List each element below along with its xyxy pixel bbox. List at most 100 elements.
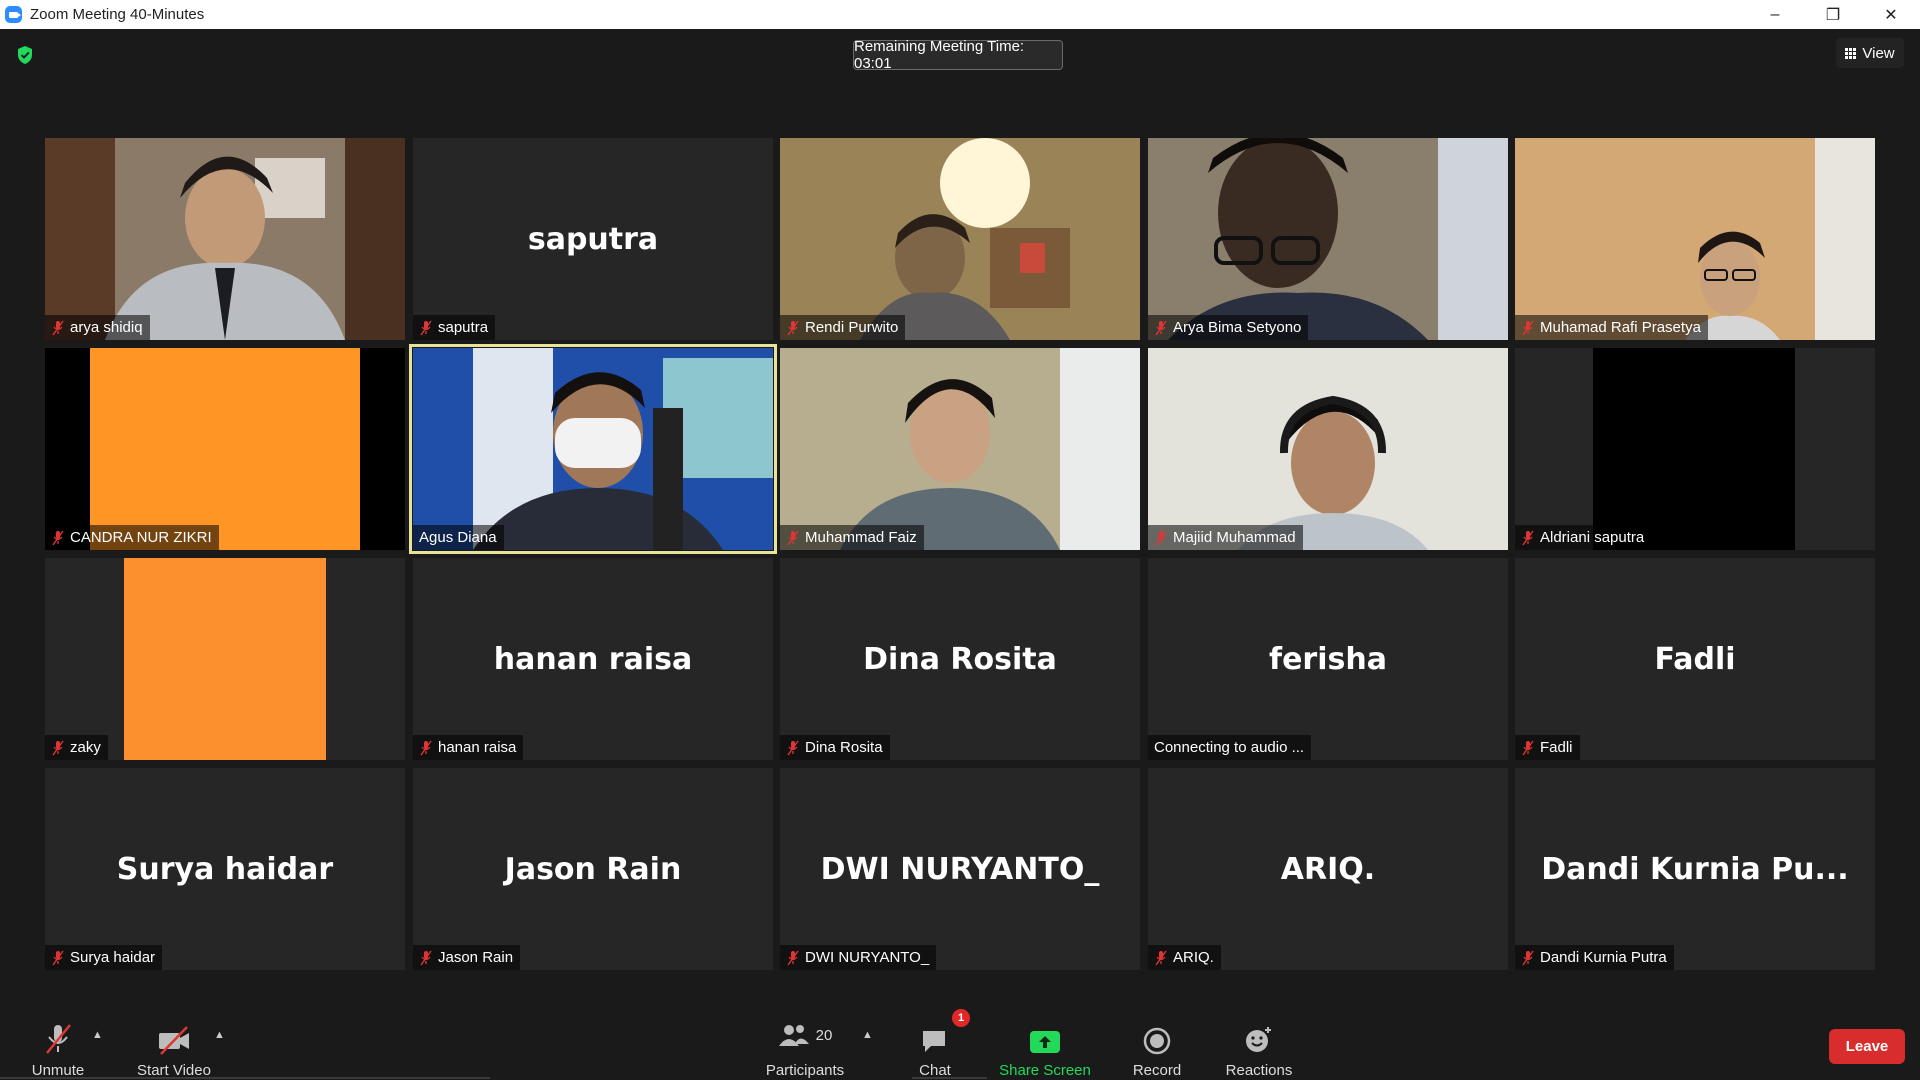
- participant-name-tag: Muhammad Faiz: [780, 525, 924, 550]
- participant-display-name: DWI NURYANTO_: [820, 851, 1100, 887]
- participant-name: hanan raisa: [438, 739, 517, 756]
- participant-name: Rendi Purwito: [805, 319, 899, 336]
- muted-mic-icon: [1155, 530, 1167, 545]
- participant-name-tag: CANDRA NUR ZIKRI: [45, 525, 219, 550]
- participant-tile[interactable]: ARIQ. ARIQ.: [1148, 768, 1508, 970]
- participant-tile[interactable]: hanan raisa hanan raisa: [413, 558, 773, 760]
- participants-count: 20: [815, 1026, 833, 1044]
- participant-tile[interactable]: DWI NURYANTO_ DWI NURYANTO_: [780, 768, 1140, 970]
- participant-name-tag: Agus Diana: [413, 525, 504, 550]
- active-speaker-tile[interactable]: Agus Diana: [409, 344, 777, 554]
- participant-name-tag: DWI NURYANTO_: [780, 945, 937, 970]
- muted-mic-icon: [1522, 530, 1534, 545]
- participant-tile[interactable]: Fadli Fadli: [1515, 558, 1875, 760]
- minimize-button[interactable]: –: [1746, 0, 1804, 29]
- participant-display-name: Dina Rosita: [863, 641, 1057, 677]
- participants-options-chevron-icon[interactable]: ▲: [862, 1029, 873, 1041]
- participant-video: [1515, 138, 1875, 340]
- participant-video: [45, 138, 405, 340]
- muted-mic-icon: [787, 740, 799, 755]
- participant-display-name: Fadli: [1654, 641, 1736, 677]
- restore-button[interactable]: ❐: [1804, 0, 1862, 29]
- participant-name-tag: zaky: [45, 735, 108, 760]
- participant-tile[interactable]: arya shidiq: [45, 138, 405, 340]
- participant-name-tag: hanan raisa: [413, 735, 524, 760]
- participants-button[interactable]: 20 Participants: [760, 1003, 850, 1079]
- close-button[interactable]: ✕: [1862, 0, 1920, 29]
- black-video-placeholder: [1593, 348, 1795, 550]
- participant-display-name: ferisha: [1269, 641, 1387, 677]
- participant-tile[interactable]: Rendi Purwito: [780, 138, 1140, 340]
- participant-tile[interactable]: saputra saputra: [413, 138, 773, 340]
- participant-name: Arya Bima Setyono: [1173, 319, 1302, 336]
- participant-tile[interactable]: Arya Bima Setyono: [1148, 138, 1508, 340]
- participant-name: Dina Rosita: [805, 739, 883, 756]
- leave-button[interactable]: Leave: [1829, 1029, 1905, 1064]
- chat-unread-badge: 1: [952, 1009, 970, 1027]
- participant-display-name: saputra: [527, 221, 659, 257]
- unmute-button[interactable]: Unmute: [28, 1003, 88, 1079]
- participant-video: [780, 348, 1140, 550]
- muted-mic-icon: [52, 950, 64, 965]
- muted-mic-icon: [52, 320, 64, 335]
- participant-tile[interactable]: ferisha Connecting to audio ...: [1148, 558, 1508, 760]
- participant-name: arya shidiq: [70, 319, 143, 336]
- grid-view-icon: [1845, 47, 1857, 59]
- participant-tile[interactable]: Aldriani saputra: [1515, 348, 1875, 550]
- security-shield-icon[interactable]: [16, 45, 34, 65]
- share-screen-button[interactable]: Share Screen: [995, 1003, 1095, 1079]
- participant-tile[interactable]: Muhamad Rafi Prasetya: [1515, 138, 1875, 340]
- muted-mic-icon: [420, 740, 432, 755]
- participant-name-tag: Dandi Kurnia Putra: [1515, 945, 1674, 970]
- remaining-time-indicator: Remaining Meeting Time: 03:01: [853, 38, 1063, 72]
- participant-name-tag: Connecting to audio ...: [1148, 735, 1312, 760]
- muted-mic-icon: [52, 530, 64, 545]
- video-gallery: arya shidiq saputra saputra Rendi Purwit…: [45, 138, 1875, 970]
- muted-mic-icon: [787, 530, 799, 545]
- audio-options-chevron-icon[interactable]: ▲: [92, 1029, 103, 1041]
- participant-name: Dandi Kurnia Putra: [1540, 949, 1667, 966]
- muted-mic-icon: [1522, 320, 1534, 335]
- participant-tile[interactable]: Jason Rain Jason Rain: [413, 768, 773, 970]
- participant-name: CANDRA NUR ZIKRI: [70, 529, 212, 546]
- participant-name-tag: Surya haidar: [45, 945, 163, 970]
- muted-mic-icon: [420, 950, 432, 965]
- start-video-button[interactable]: Start Video: [133, 1003, 215, 1079]
- participant-video: [413, 348, 773, 550]
- participant-display-name: Dandi Kurnia Pu...: [1541, 851, 1849, 887]
- participants-icon: [778, 1025, 809, 1046]
- participant-name-tag: ARIQ.: [1148, 945, 1221, 970]
- participant-tile[interactable]: CANDRA NUR ZIKRI: [45, 348, 405, 550]
- video-options-chevron-icon[interactable]: ▲: [214, 1029, 225, 1041]
- participant-name-tag: Muhamad Rafi Prasetya: [1515, 315, 1708, 340]
- participant-tile[interactable]: Muhammad Faiz: [780, 348, 1140, 550]
- participant-name: DWI NURYANTO_: [805, 949, 930, 966]
- participant-name-tag: Fadli: [1515, 735, 1580, 760]
- reactions-button[interactable]: Reactions: [1219, 1003, 1299, 1079]
- participant-video: [780, 138, 1140, 340]
- participant-display-name: Jason Rain: [504, 851, 682, 887]
- participant-tile[interactable]: Surya haidar Surya haidar: [45, 768, 405, 970]
- muted-mic-icon: [787, 950, 799, 965]
- muted-mic-icon: [420, 320, 432, 335]
- participant-name-tag: arya shidiq: [45, 315, 150, 340]
- chat-button[interactable]: 1 Chat: [905, 1003, 970, 1079]
- participant-tile[interactable]: Dandi Kurnia Pu... Dandi Kurnia Putra: [1515, 768, 1875, 970]
- participant-name-tag: Majiid Muhammad: [1148, 525, 1303, 550]
- participant-name: Fadli: [1540, 739, 1573, 756]
- toolbar-divider: [0, 1077, 490, 1079]
- participant-tile[interactable]: Majiid Muhammad: [1148, 348, 1508, 550]
- participant-name-tag: Jason Rain: [413, 945, 521, 970]
- participant-name-tag: saputra: [413, 315, 496, 340]
- view-button[interactable]: View: [1836, 38, 1904, 68]
- video-off-icon: [159, 1026, 189, 1055]
- participant-name-tag: Dina Rosita: [780, 735, 890, 760]
- participant-tile[interactable]: zaky: [45, 558, 405, 760]
- participants-label: Participants: [765, 1062, 845, 1079]
- participant-video: [1148, 348, 1508, 550]
- participant-tile[interactable]: Dina Rosita Dina Rosita: [780, 558, 1140, 760]
- record-button[interactable]: Record: [1127, 1003, 1187, 1079]
- participant-display-name: Surya haidar: [116, 851, 334, 887]
- meeting-toolbar: Unmute ▲ Start Video ▲ 20 Participants ▲: [0, 1003, 1920, 1080]
- orange-video-placeholder: [124, 558, 326, 760]
